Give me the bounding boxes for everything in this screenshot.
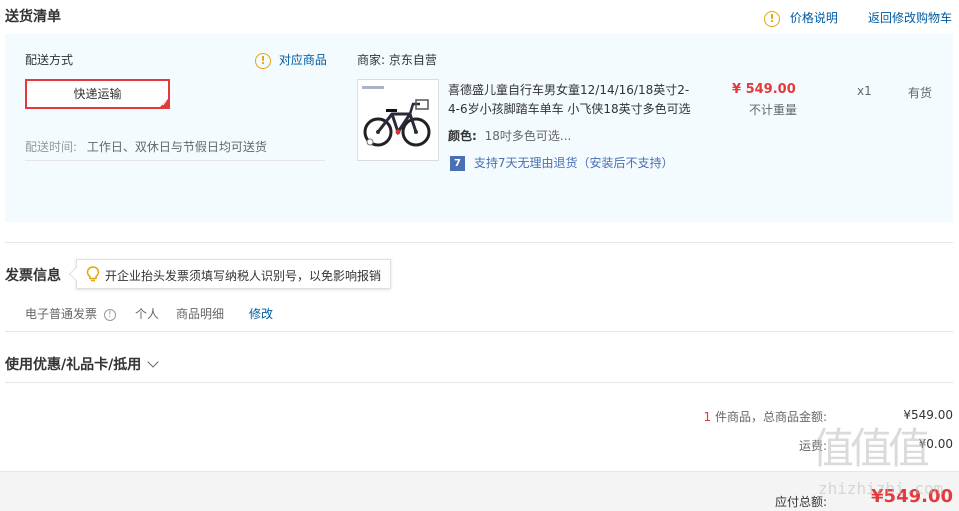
color-value: 18吋多色可选...	[484, 129, 572, 143]
divider	[5, 242, 953, 243]
color-label: 颜色:	[448, 129, 477, 143]
invoice-tip-text: 开企业抬头发票须填写纳税人识别号，以免影响报销	[105, 269, 382, 283]
invoice-content: 商品明细	[176, 307, 225, 321]
invoice-type: 电子普通发票 !	[25, 305, 116, 322]
product-price: ¥ 549.00	[732, 82, 796, 97]
invoice-edit-link[interactable]: 修改	[249, 305, 273, 322]
product-color: 颜色: 18吋多色可选...	[448, 127, 571, 144]
tip-arrow	[68, 266, 84, 282]
bicycle-icon	[362, 86, 431, 147]
info-icon: !	[255, 52, 271, 69]
stock-status: 有货	[908, 86, 933, 100]
return-policy[interactable]: 7 支持7天无理由退货（安装后不支持）	[450, 154, 673, 171]
seller-info: 商家: 京东自营	[357, 51, 437, 68]
delivery-time-label: 配送时间:	[25, 140, 78, 154]
lightbulb-icon	[86, 266, 100, 282]
delivery-time: 配送时间: 工作日、双休日与节假日均可送货	[25, 138, 267, 155]
return-policy-text[interactable]: 支持7天无理由退货（安装后不支持）	[474, 156, 674, 170]
watermark-logo: 值值值	[812, 424, 930, 473]
goods-total-value: ¥549.00	[903, 408, 953, 422]
item-count-suffix: 件商品，总商品金额:	[714, 410, 827, 424]
shipping-method-label: 快递运输	[73, 87, 122, 101]
divider	[25, 160, 325, 161]
seller-name: 京东自营	[388, 53, 437, 67]
info-icon: !	[764, 10, 780, 27]
seller-label: 商家:	[357, 53, 386, 67]
shipping-method-title: 配送方式	[25, 53, 74, 67]
price-info-link[interactable]: 价格说明	[790, 11, 838, 25]
match-goods[interactable]: ! 对应商品	[255, 51, 327, 69]
price-info[interactable]: ! 价格说明	[764, 9, 838, 27]
match-goods-link[interactable]: 对应商品	[279, 53, 327, 67]
product-title[interactable]: 喜德盛儿童自行车男女童12/14/16/18英寸2- 4-6岁小孩脚踏车单车 小…	[448, 81, 691, 119]
product-quantity: x1	[857, 84, 872, 98]
page-title: 送货清单	[5, 9, 61, 25]
goods-total-label: 1 件商品，总商品金额:	[703, 408, 827, 425]
delivery-time-value: 工作日、双休日与节假日均可送货	[86, 140, 267, 154]
weight-note: 不计重量	[749, 103, 798, 117]
coupon-title: 使用优惠/礼品卡/抵用	[5, 357, 142, 373]
check-icon: ✓	[161, 99, 168, 108]
invoice-personal: 个人	[135, 307, 160, 321]
product-title-line: 喜德盛儿童自行车男女童12/14/16/18英寸2-	[448, 83, 690, 97]
item-count: 1	[703, 410, 712, 424]
divider	[5, 382, 953, 383]
divider	[5, 331, 953, 332]
coupon-toggle[interactable]: 使用优惠/礼品卡/抵用	[5, 354, 159, 374]
invoice-type-label: 电子普通发票	[25, 307, 98, 321]
shipping-method-express[interactable]: 快递运输 ✓	[25, 79, 170, 109]
chevron-down-icon	[147, 356, 159, 368]
invoice-tip: 开企业抬头发票须填写纳税人识别号，以免影响报销	[68, 259, 391, 289]
back-to-cart-link[interactable]: 返回修改购物车	[868, 9, 952, 26]
seven-day-return-icon: 7	[450, 156, 465, 171]
product-title-line: 4-6岁小孩脚踏车单车 小飞侠18英寸多色可选	[448, 102, 691, 116]
product-thumbnail[interactable]	[357, 79, 439, 161]
invoice-title: 发票信息	[5, 268, 61, 284]
watermark-site: zhizhizhi.com	[818, 479, 944, 498]
info-icon[interactable]: !	[103, 308, 116, 321]
